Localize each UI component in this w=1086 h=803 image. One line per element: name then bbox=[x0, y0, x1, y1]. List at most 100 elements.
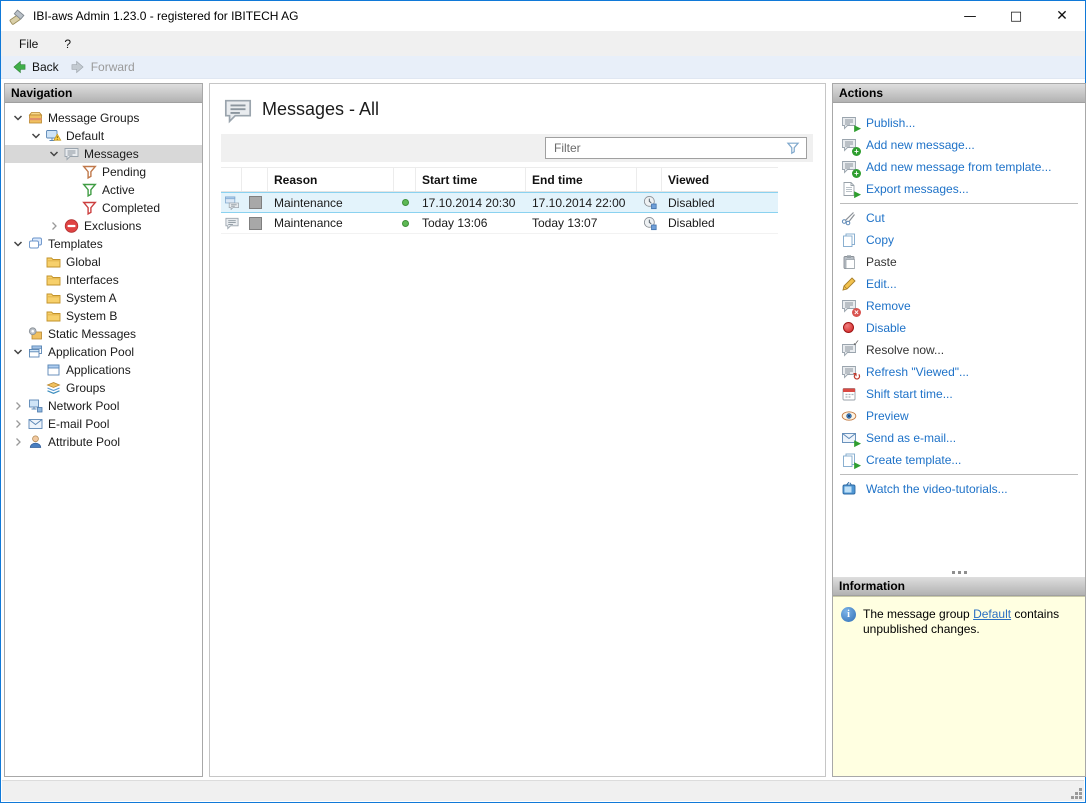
nav-item-network-pool[interactable]: Network Pool bbox=[5, 397, 202, 415]
nav-item-applications[interactable]: Applications bbox=[5, 361, 202, 379]
col-viewed[interactable]: Viewed bbox=[662, 168, 778, 191]
chevron-right-icon[interactable] bbox=[45, 218, 63, 234]
menu-bar: File ? bbox=[1, 31, 1085, 56]
navigation-tree: Message Groups Default Messages Pending bbox=[5, 103, 202, 451]
forward-button[interactable]: Forward bbox=[66, 59, 142, 75]
information-panel-header: Information bbox=[833, 577, 1085, 596]
back-button[interactable]: Back bbox=[7, 59, 66, 75]
chevron-down-icon[interactable] bbox=[9, 344, 27, 360]
col-status[interactable] bbox=[394, 168, 416, 191]
minimize-button[interactable]: — bbox=[947, 1, 993, 31]
action-create-template[interactable]: ▶ Create template... bbox=[833, 449, 1085, 471]
close-button[interactable]: ✕ bbox=[1039, 1, 1085, 31]
calendar-icon bbox=[841, 386, 857, 402]
nav-item-email-pool[interactable]: E-mail Pool bbox=[5, 415, 202, 433]
no-entry-icon bbox=[64, 219, 79, 233]
navigation-panel-header: Navigation bbox=[5, 84, 202, 103]
folder-icon bbox=[46, 257, 61, 268]
forward-arrow-icon bbox=[71, 61, 84, 73]
templates-icon bbox=[29, 237, 42, 249]
nav-item-static-messages[interactable]: Static Messages bbox=[5, 325, 202, 343]
disable-icon bbox=[841, 320, 857, 336]
col-type[interactable] bbox=[221, 168, 242, 191]
copy-icon bbox=[841, 232, 857, 248]
actions-separator bbox=[840, 203, 1078, 204]
col-color[interactable] bbox=[242, 168, 268, 191]
clock-icon bbox=[643, 195, 657, 210]
color-indicator bbox=[248, 216, 262, 230]
action-send-as-email[interactable]: ▶ Send as e-mail... bbox=[833, 427, 1085, 449]
actions-separator bbox=[840, 474, 1078, 475]
nav-item-default[interactable]: Default bbox=[5, 127, 202, 145]
col-end-time[interactable]: End time bbox=[526, 168, 637, 191]
action-watch-video-tutorials[interactable]: Watch the video-tutorials... bbox=[833, 478, 1085, 500]
col-start-time[interactable]: Start time bbox=[416, 168, 526, 191]
action-disable[interactable]: Disable bbox=[833, 317, 1085, 339]
action-add-new-message[interactable]: + Add new message... bbox=[833, 134, 1085, 156]
action-cut[interactable]: Cut bbox=[833, 207, 1085, 229]
chevron-down-icon[interactable] bbox=[27, 128, 45, 144]
col-viewed-icon[interactable] bbox=[637, 168, 662, 191]
chevron-down-icon[interactable] bbox=[9, 110, 27, 126]
action-copy[interactable]: Copy bbox=[833, 229, 1085, 251]
monitor-warning-icon bbox=[46, 130, 62, 141]
action-publish[interactable]: ▶ Publish... bbox=[833, 112, 1085, 134]
attribute-pool-icon bbox=[29, 435, 42, 448]
action-resolve-now[interactable]: ✓ Resolve now... bbox=[833, 339, 1085, 361]
col-reason[interactable]: Reason bbox=[268, 168, 394, 191]
action-export-messages[interactable]: ▶ Export messages... bbox=[833, 178, 1085, 200]
info-default-link[interactable]: Default bbox=[973, 607, 1011, 621]
nav-item-completed[interactable]: Completed bbox=[5, 199, 202, 217]
chevron-right-icon[interactable] bbox=[9, 434, 27, 450]
nav-item-system-b[interactable]: System B bbox=[5, 307, 202, 325]
refresh-icon: ↻ bbox=[841, 364, 861, 383]
action-edit[interactable]: Edit... bbox=[833, 273, 1085, 295]
reason-cell: Maintenance bbox=[274, 216, 343, 230]
nav-item-messages[interactable]: Messages bbox=[5, 145, 202, 163]
filter-input[interactable] bbox=[546, 141, 785, 155]
action-paste[interactable]: Paste bbox=[833, 251, 1085, 273]
nav-item-application-pool[interactable]: Application Pool bbox=[5, 343, 202, 361]
menu-help[interactable]: ? bbox=[56, 34, 79, 54]
nav-item-active[interactable]: Active bbox=[5, 181, 202, 199]
clock-icon bbox=[643, 216, 657, 230]
publish-icon: ▶ bbox=[841, 115, 861, 133]
nav-item-exclusions[interactable]: Exclusions bbox=[5, 217, 202, 235]
chevron-down-icon[interactable] bbox=[45, 146, 63, 162]
table-row[interactable]: Maintenance Today 13:06 Today 13:07 Disa… bbox=[221, 213, 778, 234]
action-refresh-viewed[interactable]: ↻ Refresh "Viewed"... bbox=[833, 361, 1085, 383]
resize-grip-icon[interactable] bbox=[1069, 786, 1082, 799]
actions-list: ▶ Publish... + Add new message... + Add … bbox=[833, 103, 1085, 567]
nav-item-message-groups[interactable]: Message Groups bbox=[5, 109, 202, 127]
nav-item-attribute-pool[interactable]: Attribute Pool bbox=[5, 433, 202, 451]
resolve-icon: ✓ bbox=[841, 339, 860, 358]
actions-panel-header: Actions bbox=[833, 84, 1085, 103]
messages-title-icon bbox=[224, 99, 252, 123]
reason-cell: Maintenance bbox=[274, 195, 343, 210]
chevron-down-icon[interactable] bbox=[9, 236, 27, 252]
nav-item-pending[interactable]: Pending bbox=[5, 163, 202, 181]
network-pool-icon bbox=[29, 399, 43, 413]
messages-table: Reason Start time End time Viewed Mainte… bbox=[221, 167, 778, 234]
menu-file[interactable]: File bbox=[11, 34, 46, 54]
nav-item-interfaces[interactable]: Interfaces bbox=[5, 271, 202, 289]
static-messages-icon bbox=[28, 327, 42, 340]
chevron-right-icon[interactable] bbox=[9, 398, 27, 414]
applications-icon bbox=[47, 364, 60, 376]
chevron-right-icon[interactable] bbox=[9, 416, 27, 432]
action-shift-start-time[interactable]: Shift start time... bbox=[833, 383, 1085, 405]
table-row[interactable]: Maintenance 17.10.2014 20:30 17.10.2014 … bbox=[221, 192, 778, 213]
maximize-button[interactable]: □ bbox=[993, 1, 1039, 31]
action-add-message-from-template[interactable]: + Add new message from template... bbox=[833, 156, 1085, 178]
filter-funnel-icon[interactable] bbox=[785, 141, 801, 155]
edit-pencil-icon bbox=[841, 276, 857, 292]
action-remove[interactable]: × Remove bbox=[833, 295, 1085, 317]
panel-splitter[interactable] bbox=[833, 567, 1085, 577]
action-preview[interactable]: Preview bbox=[833, 405, 1085, 427]
nav-item-templates[interactable]: Templates bbox=[5, 235, 202, 253]
nav-item-system-a[interactable]: System A bbox=[5, 289, 202, 307]
nav-item-groups[interactable]: Groups bbox=[5, 379, 202, 397]
nav-item-global[interactable]: Global bbox=[5, 253, 202, 271]
